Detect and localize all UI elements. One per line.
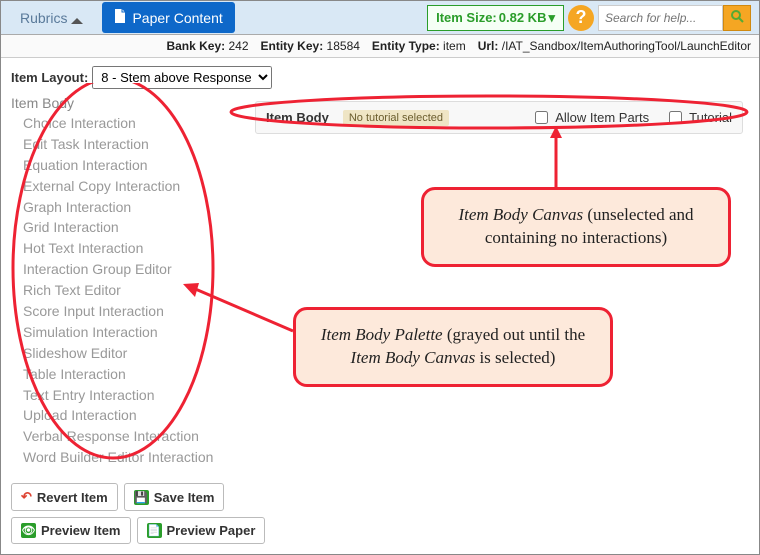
palette-item[interactable]: Choice Interaction: [11, 113, 241, 134]
item-size-label: Item Size:: [436, 10, 497, 25]
palette-item[interactable]: Equation Interaction: [11, 155, 241, 176]
palette-item[interactable]: Text Entry Interaction: [11, 385, 241, 406]
preview-paper-button[interactable]: 📄 Preview Paper: [137, 517, 266, 544]
item-body-palette: Item Body Choice InteractionEdit Task In…: [11, 93, 241, 468]
item-layout-label: Item Layout:: [11, 70, 88, 85]
canvas-area: Item Body No tutorial selected Allow Ite…: [241, 93, 749, 468]
allow-item-parts-checkbox[interactable]: Allow Item Parts: [531, 108, 649, 127]
rubrics-dropdown[interactable]: Rubrics: [9, 3, 94, 33]
palette-item[interactable]: Upload Interaction: [11, 405, 241, 426]
search-button[interactable]: [723, 5, 751, 31]
palette-item[interactable]: Verbal Response Interaction: [11, 426, 241, 447]
preview-item-button[interactable]: 👁 Preview Item: [11, 517, 131, 544]
palette-item[interactable]: Rich Text Editor: [11, 280, 241, 301]
item-size-value: 0.82 KB: [499, 10, 547, 25]
document-icon: [114, 9, 126, 26]
tutorial-input[interactable]: [669, 111, 682, 124]
help-icon[interactable]: ?: [568, 5, 594, 31]
palette-item[interactable]: Grid Interaction: [11, 217, 241, 238]
item-body-canvas-header[interactable]: Item Body No tutorial selected Allow Ite…: [255, 101, 743, 134]
search-input[interactable]: [598, 5, 723, 31]
document-icon: 📄: [147, 523, 162, 538]
metadata-bar: Bank Key: 242 Entity Key: 18584 Entity T…: [1, 35, 759, 58]
search-icon: [730, 9, 744, 26]
eye-icon: 👁: [21, 523, 36, 538]
undo-icon: ↶: [21, 489, 32, 505]
palette-item[interactable]: Table Interaction: [11, 364, 241, 385]
top-toolbar: Rubrics Paper Content Item Size: 0.82 KB…: [1, 1, 759, 35]
tutorial-badge: No tutorial selected: [343, 110, 449, 126]
save-icon: 💾: [134, 490, 149, 505]
caret-down-icon: [71, 12, 83, 24]
palette-item[interactable]: External Copy Interaction: [11, 176, 241, 197]
tutorial-checkbox[interactable]: Tutorial: [665, 108, 732, 127]
paper-content-button[interactable]: Paper Content: [102, 2, 234, 33]
allow-item-parts-input[interactable]: [535, 111, 548, 124]
palette-item[interactable]: Hot Text Interaction: [11, 238, 241, 259]
palette-item[interactable]: Word Builder Editor Interaction: [11, 447, 241, 468]
caret-down-icon: ▾: [548, 10, 555, 26]
palette-item[interactable]: Interaction Group Editor: [11, 259, 241, 280]
item-layout-row: Item Layout: 8 - Stem above Response: [1, 58, 759, 93]
save-item-button[interactable]: 💾 Save Item: [124, 483, 225, 511]
revert-item-button[interactable]: ↶ Revert Item: [11, 483, 118, 511]
palette-heading: Item Body: [11, 93, 241, 113]
palette-item[interactable]: Simulation Interaction: [11, 322, 241, 343]
palette-item[interactable]: Edit Task Interaction: [11, 134, 241, 155]
paper-content-label: Paper Content: [132, 10, 222, 26]
canvas-title: Item Body: [266, 110, 329, 125]
palette-item[interactable]: Score Input Interaction: [11, 301, 241, 322]
rubrics-label: Rubrics: [20, 10, 67, 26]
item-size-indicator[interactable]: Item Size: 0.82 KB ▾: [427, 5, 564, 31]
palette-item[interactable]: Graph Interaction: [11, 197, 241, 218]
bottom-button-group: ↶ Revert Item 💾 Save Item 👁 Preview Item…: [11, 483, 265, 544]
palette-item[interactable]: Slideshow Editor: [11, 343, 241, 364]
item-layout-select[interactable]: 8 - Stem above Response: [92, 66, 272, 89]
search-box: [598, 5, 751, 31]
